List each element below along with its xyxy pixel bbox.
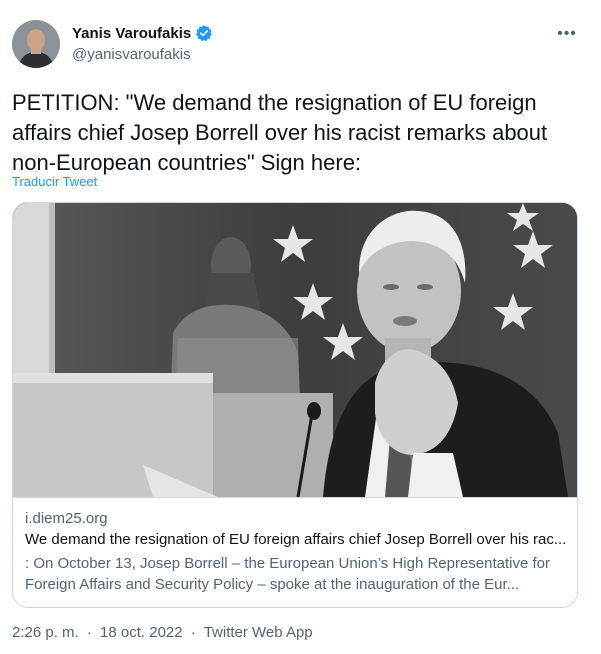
author-handle[interactable]: @yanisvaroufakis xyxy=(72,46,191,63)
link-card[interactable]: i.diem25.org We demand the resignation o… xyxy=(12,202,578,608)
ellipsis-icon: ••• xyxy=(557,25,577,42)
tweet-metadata: 2:26 p. m. · 18 oct. 2022 · Twitter Web … xyxy=(12,624,313,641)
tweet-date[interactable]: 18 oct. 2022 xyxy=(100,624,183,641)
author-display-name[interactable]: Yanis Varoufakis xyxy=(72,25,191,42)
card-title: We demand the resignation of EU foreign … xyxy=(25,531,565,548)
tweet-time[interactable]: 2:26 p. m. xyxy=(12,624,79,641)
author-name-row: Yanis Varoufakis xyxy=(72,24,213,42)
tweet: Yanis Varoufakis @yanisvaroufakis ••• PE… xyxy=(0,0,601,654)
separator: · xyxy=(190,624,196,641)
avatar[interactable] xyxy=(12,20,60,68)
card-domain: i.diem25.org xyxy=(25,510,108,527)
source-app-link[interactable]: Twitter Web App xyxy=(204,624,313,641)
tweet-text: PETITION: "We demand the resignation of … xyxy=(12,90,548,175)
separator: · xyxy=(86,624,92,641)
card-description: : On October 13, Josep Borrell – the Eur… xyxy=(25,555,551,593)
translate-tweet-link[interactable]: Traducir Tweet xyxy=(12,174,97,189)
card-meta: i.diem25.org We demand the resignation o… xyxy=(13,497,577,593)
verified-badge-icon xyxy=(195,24,213,42)
card-image xyxy=(13,203,577,497)
avatar-photo xyxy=(12,20,60,68)
more-options-button[interactable]: ••• xyxy=(557,24,577,44)
